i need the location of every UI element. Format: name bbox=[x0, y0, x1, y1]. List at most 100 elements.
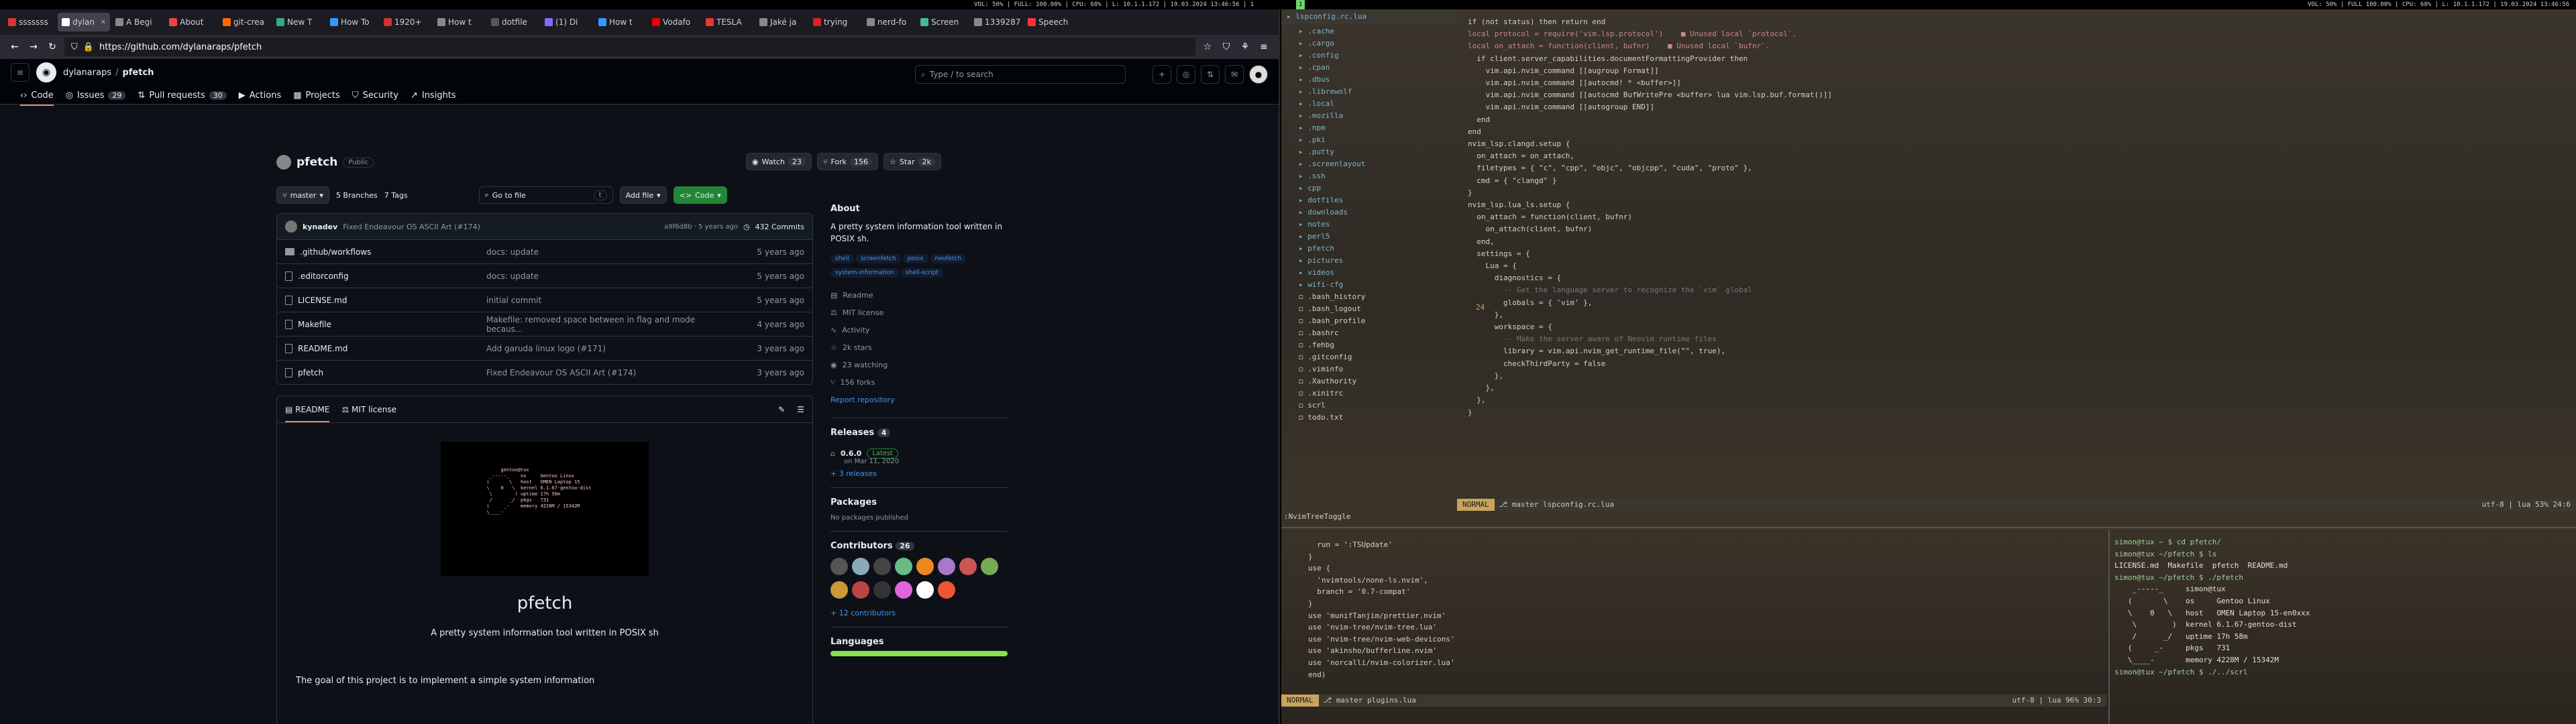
branches-link[interactable]: 5 Branches bbox=[336, 191, 378, 200]
inbox-icon[interactable]: ✉ bbox=[1225, 65, 1244, 84]
tree-item[interactable]: ▸ pictures bbox=[1281, 255, 1457, 267]
goto-file-input[interactable]: ⌕ Go to file t bbox=[478, 186, 613, 204]
branch-select[interactable]: ⑂ master ▾ bbox=[276, 186, 329, 204]
command-line[interactable]: :NvimTreeToggle bbox=[1284, 512, 1350, 521]
sidebar-link[interactable]: ∿ Activity bbox=[830, 321, 1008, 339]
table-row[interactable]: .github/workflows docs: update 5 years ago bbox=[277, 239, 812, 263]
browser-tab[interactable]: dotfile bbox=[487, 13, 539, 32]
sidebar-link[interactable]: ☆ 2k stars bbox=[830, 339, 1008, 356]
browser-tab[interactable]: Speech bbox=[1024, 13, 1076, 32]
report-link[interactable]: Report repository bbox=[830, 391, 1008, 408]
commit-message[interactable]: Fixed Endeavour OS ASCII Art (#174) bbox=[343, 223, 480, 231]
file-name[interactable]: LICENSE.md bbox=[298, 296, 347, 305]
url-bar[interactable]: ⛉ 🔒 https://github.com/dylanaraps/pfetch bbox=[64, 38, 1195, 56]
tree-item[interactable]: ◻ .bash_profile bbox=[1281, 315, 1457, 327]
repo-link[interactable]: pfetch bbox=[122, 68, 154, 78]
contributor-avatar[interactable] bbox=[830, 581, 848, 599]
browser-tab[interactable]: TESLA bbox=[702, 13, 754, 32]
fork-button[interactable]: ⑂ Fork 156 bbox=[816, 153, 879, 170]
contributor-avatar[interactable] bbox=[895, 581, 912, 599]
release-version[interactable]: 0.6.0 bbox=[841, 449, 861, 458]
tree-item[interactable]: ▸ .cargo bbox=[1281, 38, 1457, 50]
watch-button[interactable]: ◉ Watch 23 bbox=[746, 153, 812, 170]
tree-item[interactable]: ▸ .librewolf bbox=[1281, 86, 1457, 98]
commit-message[interactable]: Makefile: removed space between in flag … bbox=[486, 315, 731, 334]
edit-icon[interactable]: ✎ bbox=[778, 405, 785, 414]
add-file-button[interactable]: Add file ▾ bbox=[619, 186, 667, 204]
code-button[interactable]: <> Code ▾ bbox=[673, 186, 727, 204]
tree-item[interactable]: ◻ .xinitrc bbox=[1281, 387, 1457, 400]
back-icon[interactable]: ← bbox=[8, 40, 21, 54]
tree-item[interactable]: ◻ .bash_logout bbox=[1281, 303, 1457, 315]
tree-item[interactable]: ▸ .putty bbox=[1281, 146, 1457, 158]
tree-item[interactable]: ▸ .config bbox=[1281, 50, 1457, 62]
commit-message[interactable]: docs: update bbox=[486, 247, 731, 257]
tree-item[interactable]: ▸ .local bbox=[1281, 98, 1457, 110]
commit-message[interactable]: Add garuda linux logo (#171) bbox=[486, 344, 731, 353]
browser-tab[interactable]: 1339287 bbox=[970, 13, 1022, 32]
commit-author[interactable]: kynadev bbox=[303, 223, 337, 231]
tree-item[interactable]: ◻ .gitconfig bbox=[1281, 351, 1457, 363]
tab-pull-requests[interactable]: ⇅ Pull requests 30 bbox=[138, 90, 227, 101]
contributor-avatar[interactable] bbox=[938, 581, 955, 599]
browser-tab[interactable]: sssssss bbox=[4, 13, 56, 32]
browser-tab[interactable]: How To bbox=[326, 13, 378, 32]
tab-actions[interactable]: ▶ Actions bbox=[239, 90, 282, 101]
search-input[interactable]: ⌕ Type / to search bbox=[915, 65, 1126, 84]
browser-tab[interactable]: About bbox=[165, 13, 217, 32]
browser-tab[interactable]: Jaké ja bbox=[755, 13, 808, 32]
browser-tab[interactable]: 1920+ bbox=[380, 13, 432, 32]
browser-tab[interactable]: Screen bbox=[916, 13, 969, 32]
tree-item[interactable]: ▸ videos bbox=[1281, 267, 1457, 279]
tags-link[interactable]: 7 Tags bbox=[384, 191, 408, 200]
browser-tab[interactable]: A Begi bbox=[111, 13, 164, 32]
tree-item[interactable]: ▸ cpp bbox=[1281, 182, 1457, 194]
tab-code[interactable]: ‹› Code bbox=[20, 90, 54, 106]
file-name[interactable]: .github/workflows bbox=[300, 247, 371, 257]
avatar[interactable]: ● bbox=[1249, 65, 1268, 84]
sidebar-link[interactable]: ⑂ 156 forks bbox=[830, 373, 1008, 391]
browser-tab[interactable]: trying bbox=[809, 13, 861, 32]
tree-item[interactable]: ▸ .mozilla bbox=[1281, 110, 1457, 122]
tree-item[interactable]: ◻ .bash_history bbox=[1281, 291, 1457, 303]
releases-title[interactable]: Releases bbox=[830, 428, 874, 438]
contributor-avatar[interactable] bbox=[938, 558, 955, 575]
commit-message[interactable]: docs: update bbox=[486, 272, 731, 281]
browser-tab[interactable]: How t bbox=[433, 13, 486, 32]
table-row[interactable]: LICENSE.md initial commit 5 years ago bbox=[277, 288, 812, 312]
browser-tab[interactable]: (1) Di bbox=[541, 13, 593, 32]
pulls-icon[interactable]: ⇅ bbox=[1201, 65, 1220, 84]
extensions-icon[interactable]: ⚘ bbox=[1238, 40, 1252, 54]
tab-insights[interactable]: ↗ Insights bbox=[411, 90, 456, 101]
tree-item[interactable]: ◻ scrl bbox=[1281, 400, 1457, 412]
contributor-avatar[interactable] bbox=[916, 558, 934, 575]
hamburger-icon[interactable]: ≡ bbox=[11, 63, 30, 82]
contributor-avatar[interactable] bbox=[852, 581, 869, 599]
browser-tab[interactable]: nerd-fo bbox=[863, 13, 915, 32]
commits-link[interactable]: 432 Commits bbox=[755, 223, 804, 231]
browser-tab[interactable]: dylan ✕ bbox=[58, 13, 110, 32]
file-name[interactable]: pfetch bbox=[298, 368, 323, 377]
tree-item[interactable]: ▸ .screenlayout bbox=[1281, 158, 1457, 170]
tree-item[interactable]: ▸ .cache bbox=[1281, 25, 1457, 38]
workspace-indicator[interactable]: 1 bbox=[1296, 0, 1305, 9]
more-releases-link[interactable]: + 3 releases bbox=[830, 469, 1008, 478]
contributor-avatar[interactable] bbox=[830, 558, 848, 575]
tree-item[interactable]: ▸ perl5 bbox=[1281, 231, 1457, 243]
commit-hash[interactable]: a9f6d8b · 5 years ago bbox=[664, 223, 738, 231]
star-button[interactable]: ☆ Star 2k bbox=[883, 153, 941, 170]
sidebar-link[interactable]: ⚖ MIT license bbox=[830, 304, 1008, 321]
tree-tab[interactable]: ▸ lspconfig.rc.lua bbox=[1281, 9, 1457, 24]
tree-item[interactable]: ▸ .ssh bbox=[1281, 170, 1457, 182]
license-tab[interactable]: ⚖ MIT license bbox=[341, 405, 396, 414]
reload-icon[interactable]: ↻ bbox=[46, 40, 59, 54]
contributor-avatar[interactable] bbox=[981, 558, 998, 575]
tree-item[interactable]: ▸ notes bbox=[1281, 219, 1457, 231]
owner-link[interactable]: dylanaraps bbox=[63, 68, 111, 78]
tree-item[interactable]: ◻ .Xauthority bbox=[1281, 375, 1457, 387]
plus-icon[interactable]: + bbox=[1152, 65, 1171, 84]
issues-icon[interactable]: ◎ bbox=[1177, 65, 1195, 84]
bookmark-icon[interactable]: ☆ bbox=[1201, 40, 1214, 54]
commit-message[interactable]: initial commit bbox=[486, 296, 731, 305]
file-name[interactable]: .editorconfig bbox=[298, 272, 349, 281]
